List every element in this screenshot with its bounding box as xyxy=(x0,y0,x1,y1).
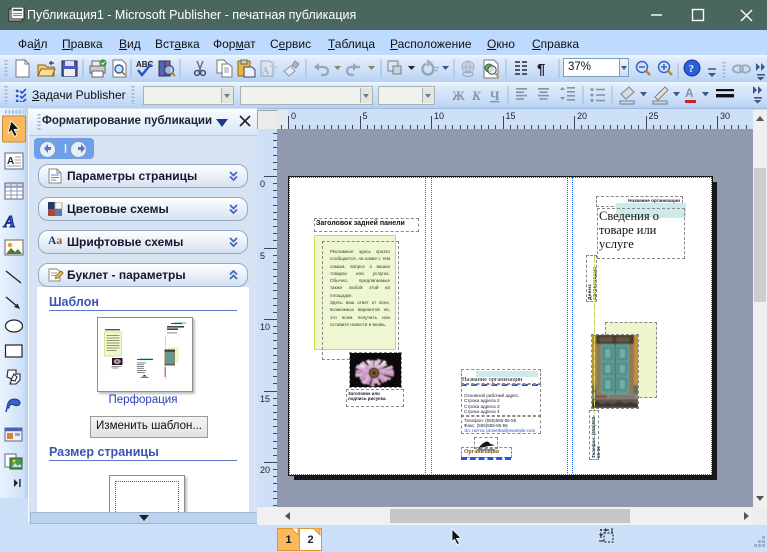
svg-text:A: A xyxy=(262,66,270,77)
svg-text:?: ? xyxy=(689,63,695,75)
svg-text:A: A xyxy=(7,156,14,167)
svg-text:Ж: Ж xyxy=(452,88,465,103)
svg-text:A: A xyxy=(685,86,694,100)
svg-text:Ч: Ч xyxy=(490,88,500,103)
svg-text:A: A xyxy=(3,212,15,231)
svg-text:¶: ¶ xyxy=(537,61,545,78)
svg-text:К: К xyxy=(471,88,482,103)
